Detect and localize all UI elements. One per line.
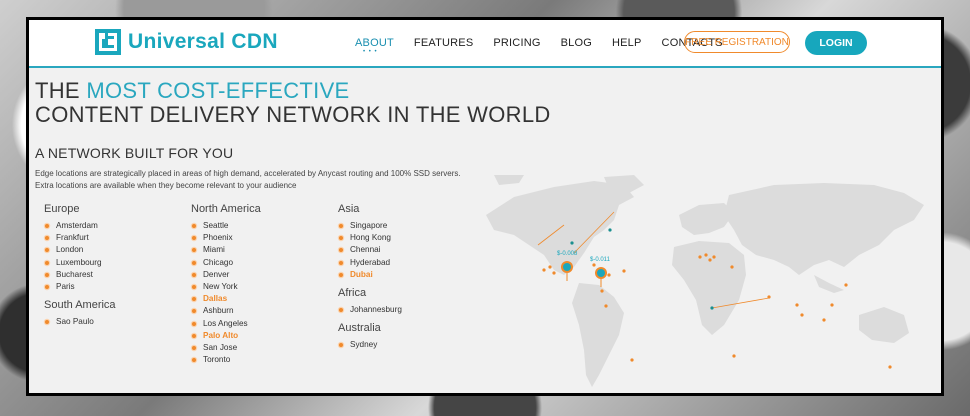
page: Universal CDN ABOUT FEATURES PRICING BLO… [29, 20, 941, 393]
region-title-africa: Africa [338, 286, 367, 299]
location-item: Chennai [338, 244, 402, 256]
world-map: $-0.008 $-0.011 [486, 175, 924, 387]
location-item: Sao Paulo [44, 316, 116, 328]
location-item-highlighted: Dallas [191, 293, 261, 305]
column-asia-africa-australia: Asia Singapore Hong Kong Chennai Hyderab… [338, 203, 402, 351]
location-item: Phoenix [191, 232, 261, 244]
location-item: Frankfurt [44, 232, 116, 244]
logo-icon [95, 29, 121, 55]
brand-name: Universal CDN [128, 30, 278, 53]
login-button[interactable]: LOGIN [805, 31, 867, 55]
location-item: Denver [191, 269, 261, 281]
region-title-europe: Europe [44, 203, 80, 215]
location-item: Sydney [338, 339, 402, 351]
continents [486, 175, 924, 387]
screen-frame: Universal CDN ABOUT FEATURES PRICING BLO… [26, 17, 944, 396]
location-item: San Jose [191, 342, 261, 354]
location-item: Chicago [191, 257, 261, 269]
section-description: Edge locations are strategically placed … [35, 168, 515, 192]
location-item-highlighted: Dubai [338, 269, 402, 281]
description-line-2: Extra locations are available when they … [35, 181, 297, 190]
location-item: Seattle [191, 220, 261, 232]
nav-help[interactable]: HELP [612, 37, 642, 49]
free-registration-button[interactable]: FREE REGISTRATION [684, 31, 790, 53]
nav-pricing[interactable]: PRICING [493, 37, 540, 49]
location-item-highlighted: Palo Alto [191, 330, 261, 342]
hero-title-line1: THE MOST COST-EFFECTIVE [35, 78, 350, 104]
location-item: Hong Kong [338, 232, 402, 244]
location-item: Miami [191, 244, 261, 256]
nav-about[interactable]: ABOUT [355, 37, 394, 55]
location-item: Ashburn [191, 305, 261, 317]
location-item: Toronto [191, 354, 261, 366]
section-title: A NETWORK BUILT FOR YOU [35, 145, 234, 161]
hero-title-line2: CONTENT DELIVERY NETWORK IN THE WORLD [35, 102, 551, 127]
location-item: Bucharest [44, 269, 116, 281]
location-item: Luxembourg [44, 257, 116, 269]
location-item: Singapore [338, 220, 402, 232]
logo[interactable]: Universal CDN [95, 29, 278, 55]
header: Universal CDN ABOUT FEATURES PRICING BLO… [29, 20, 941, 68]
region-title-north-america: North America [191, 203, 261, 215]
price-markers: $-0.008 $-0.011 [557, 251, 611, 287]
location-item: Amsterdam [44, 220, 116, 232]
price-tag-1: $-0.008 [557, 251, 578, 257]
location-item: Paris [44, 281, 116, 293]
region-title-asia: Asia [338, 203, 360, 215]
location-item: Hyderabad [338, 257, 402, 269]
location-item: New York [191, 281, 261, 293]
description-line-1: Edge locations are strategically placed … [35, 169, 461, 178]
hero-prefix: THE [35, 78, 87, 103]
column-europe-southamerica: Europe Amsterdam Frankfurt London Luxemb… [44, 203, 116, 328]
location-item: London [44, 244, 116, 256]
hero-highlight: MOST COST-EFFECTIVE [86, 78, 350, 103]
location-item: Johannesburg [338, 304, 402, 316]
region-title-australia: Australia [338, 322, 381, 335]
price-tag-2: $-0.011 [590, 257, 611, 263]
region-title-south-america: South America [44, 299, 116, 312]
price-marker-1[interactable] [561, 261, 573, 281]
nav-blog[interactable]: BLOG [561, 37, 592, 49]
location-item: Los Angeles [191, 318, 261, 330]
column-north-america: North America Seattle Phoenix Miami Chic… [191, 203, 261, 366]
nav-features[interactable]: FEATURES [414, 37, 473, 49]
price-marker-2[interactable] [595, 267, 607, 287]
